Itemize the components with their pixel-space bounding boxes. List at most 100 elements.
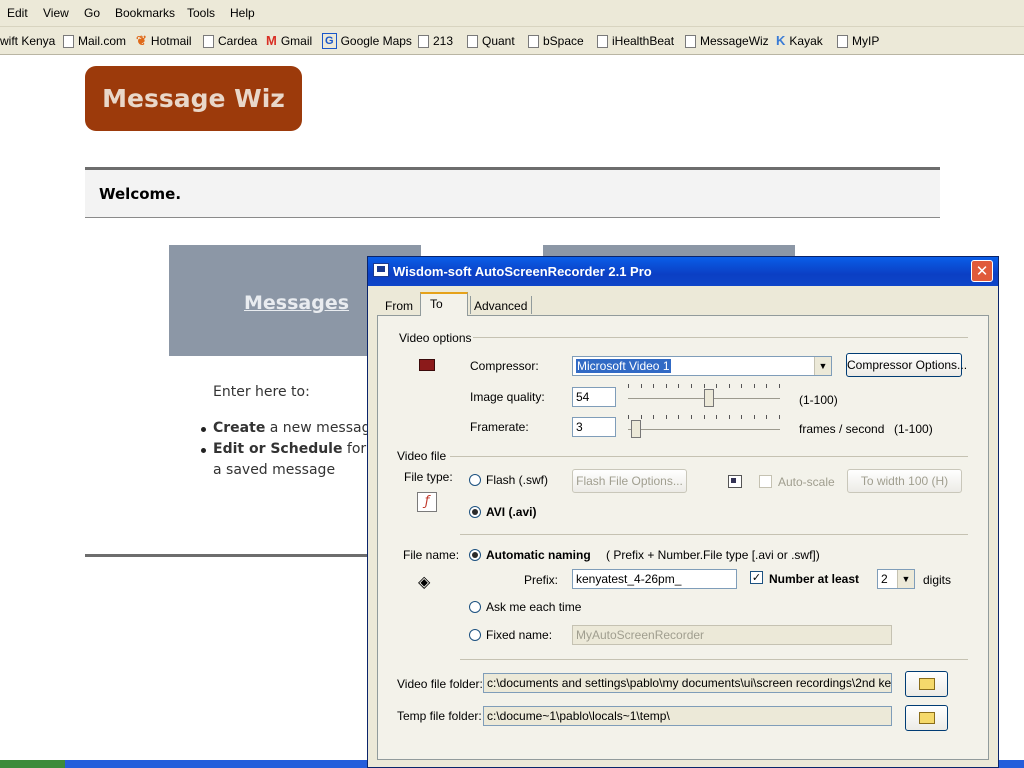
create-link[interactable]: Create <box>213 420 265 436</box>
close-button[interactable]: ✕ <box>971 260 993 282</box>
chevron-down-icon: ▼ <box>814 357 831 375</box>
digits-select[interactable]: 2 ▼ <box>877 569 915 589</box>
temp-folder-input[interactable]: c:\docume~1\pablo\locals~1\temp\ <box>483 706 892 726</box>
video-folder-input[interactable]: c:\documents and settings\pablo\my docum… <box>483 673 892 693</box>
app-icon <box>373 263 389 277</box>
automatic-naming-radio[interactable] <box>469 549 481 561</box>
slider-tick <box>754 415 755 419</box>
bookmark-label: MyIP <box>852 34 880 48</box>
fixed-name-radio[interactable] <box>469 629 481 641</box>
image-quality-slider[interactable] <box>628 384 780 407</box>
automatic-naming-label: Automatic naming <box>486 548 591 562</box>
tab-from[interactable]: From <box>385 299 413 313</box>
bookmark-item[interactable]: ❦ Hotmail <box>136 32 192 50</box>
enter-here-text: Enter here to: <box>213 384 310 400</box>
prefix-input[interactable]: kenyatest_4-26pm_ <box>572 569 737 589</box>
bookmark-item[interactable]: bSpace <box>528 32 584 50</box>
browse-temp-folder-button[interactable] <box>905 705 948 731</box>
menu-go[interactable]: Go <box>84 6 100 20</box>
slider-tick <box>653 415 654 419</box>
page-icon <box>203 34 214 48</box>
bookmark-item[interactable]: wift Kenya <box>0 32 55 50</box>
bookmark-item[interactable]: 213 <box>418 32 453 50</box>
slider-tick <box>704 384 705 388</box>
welcome-bar <box>85 167 940 218</box>
video-file-heading: Video file <box>397 449 447 463</box>
bookmark-item[interactable]: iHealthBeat <box>597 32 674 50</box>
fixed-name-label: Fixed name: <box>486 628 553 642</box>
slider-thumb[interactable] <box>631 420 641 438</box>
flash-file-options-button[interactable]: Flash File Options... <box>572 469 687 493</box>
bookmark-label: Kayak <box>789 34 823 48</box>
page-icon <box>418 34 429 48</box>
compressor-select[interactable]: Microsoft Video 1 ▼ <box>572 356 832 376</box>
folder-icon <box>919 678 935 690</box>
bookmark-label: Hotmail <box>150 34 192 48</box>
fixed-name-input[interactable]: MyAutoScreenRecorder <box>572 625 892 645</box>
framerate-input[interactable]: 3 <box>572 417 616 437</box>
slider-tick <box>779 384 780 388</box>
temp-folder-label: Temp file folder: <box>397 709 482 723</box>
fixed-name-value: MyAutoScreenRecorder <box>576 628 705 642</box>
page-icon <box>597 34 608 48</box>
slider-thumb[interactable] <box>704 389 714 407</box>
bookmark-item[interactable]: Mail.com <box>63 32 126 50</box>
bookmark-item[interactable]: K Kayak <box>776 32 823 50</box>
page-icon <box>63 34 74 48</box>
auto-scale-checkbox[interactable] <box>759 475 772 488</box>
bookmark-item[interactable]: MessageWiz <box>685 32 769 50</box>
slider-tick <box>628 384 629 388</box>
menu-tools[interactable]: Tools <box>187 6 215 20</box>
framerate-unit: frames / second <box>799 422 885 436</box>
message-wiz-logo[interactable]: Message Wiz <box>85 66 302 131</box>
hotmail-icon: ❦ <box>136 33 147 48</box>
tab-to-label: To <box>430 297 443 311</box>
tab-advanced[interactable]: Advanced <box>474 299 527 313</box>
slider-tick <box>741 415 742 419</box>
slider-tick <box>678 415 679 419</box>
bookmarks-toolbar: wift Kenya Mail.com ❦ Hotmail Cardea M Gma… <box>0 27 1024 55</box>
digits-label: digits <box>923 573 952 587</box>
image-quality-input[interactable]: 54 <box>572 387 616 407</box>
number-at-least-checkbox[interactable]: ✓ <box>750 571 763 584</box>
menu-edit[interactable]: Edit <box>7 6 28 20</box>
slider-tick <box>691 384 692 388</box>
tab-divider <box>531 296 532 314</box>
tab-to[interactable] <box>420 292 468 316</box>
temp-folder-value: c:\docume~1\pablo\locals~1\temp\ <box>487 709 670 723</box>
menu-help[interactable]: Help <box>230 6 255 20</box>
menu-view[interactable]: View <box>43 6 69 20</box>
framerate-label: Framerate: <box>470 420 529 434</box>
slider-tick <box>653 384 654 388</box>
slider-tick <box>716 415 717 419</box>
slider-tick <box>704 415 705 419</box>
edit-schedule-link[interactable]: Edit or Schedule <box>213 441 342 457</box>
flash-radio[interactable] <box>469 474 481 486</box>
bookmark-item[interactable]: M Gmail <box>266 32 312 50</box>
bullet-create-text: a new message <box>265 420 380 436</box>
start-button[interactable] <box>0 760 65 768</box>
bookmark-label: Quant <box>482 34 515 48</box>
messages-link[interactable]: Messages <box>244 292 349 314</box>
browse-video-folder-button[interactable] <box>905 671 948 697</box>
slider-tick <box>641 384 642 388</box>
slider-tick <box>666 415 667 419</box>
bookmark-item[interactable]: Cardea <box>203 32 257 50</box>
to-width-button[interactable]: To width 100 (H) <box>847 469 962 493</box>
framerate-slider[interactable] <box>628 415 780 438</box>
bullet-icon <box>201 427 206 432</box>
bookmark-label: MessageWiz <box>700 34 769 48</box>
scale-icon <box>728 475 742 488</box>
bookmark-label: Gmail <box>280 34 313 48</box>
slider-tick <box>678 384 679 388</box>
ask-each-time-radio[interactable] <box>469 601 481 613</box>
avi-radio[interactable] <box>469 506 481 518</box>
bookmark-item[interactable]: G Google Maps <box>322 32 412 50</box>
film-icon <box>419 359 435 371</box>
bookmark-item[interactable]: MyIP <box>837 32 879 50</box>
automatic-naming-hint: ( Prefix + Number.File type [.avi or .sw… <box>606 548 820 562</box>
image-quality-value: 54 <box>576 390 590 404</box>
menu-bookmarks[interactable]: Bookmarks <box>115 6 175 20</box>
compressor-options-button[interactable]: Compressor Options... <box>846 353 967 377</box>
bookmark-item[interactable]: Quant <box>467 32 515 50</box>
